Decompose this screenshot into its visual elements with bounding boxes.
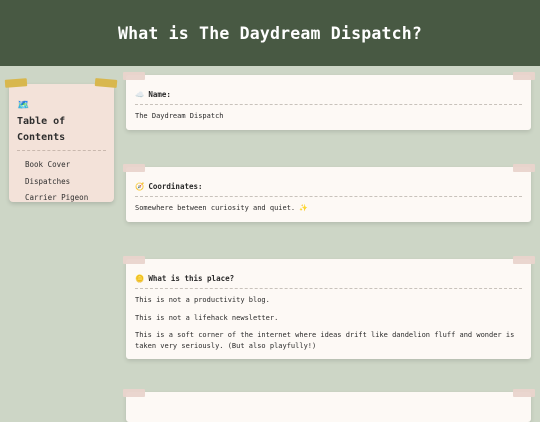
cloud-icon: ☁️ — [135, 90, 145, 99]
tape-decoration — [513, 72, 535, 80]
toc-title: 🗺️ Table of Contents — [17, 98, 106, 151]
toc-item-carrier-pigeon[interactable]: Carrier Pigeon — [25, 190, 106, 207]
table-of-contents: 🗺️ Table of Contents Book Cover Dispatch… — [4, 78, 118, 202]
toc-list: Book Cover Dispatches Carrier Pigeon — [17, 157, 106, 207]
tape-decoration — [513, 389, 535, 397]
toc-title-text: Table of Contents — [17, 116, 66, 143]
tape-decoration — [513, 256, 535, 264]
card-label-text: What is this place? — [148, 274, 235, 283]
card-next — [123, 389, 535, 422]
map-icon: 🗺️ — [17, 100, 30, 111]
card-label-text: Name: — [148, 90, 171, 99]
tape-decoration — [4, 78, 28, 88]
page-title: What is The Daydream Dispatch? — [117, 23, 422, 43]
card-what-is-this-place: 🪙 What is this place? This is not a produ… — [123, 256, 535, 359]
card-name: ☁️ Name: The Daydream Dispatch — [123, 72, 535, 130]
card-text: The Daydream Dispatch — [135, 112, 224, 120]
card-label: 🪙 What is this place? — [135, 273, 522, 289]
tape-decoration — [513, 164, 535, 172]
compass-icon: 🧭 — [135, 182, 145, 191]
card-text: This is a soft corner of the internet wh… — [135, 331, 515, 350]
tape-decoration — [123, 164, 145, 172]
toc-item-book-cover[interactable]: Book Cover — [25, 157, 106, 174]
tape-decoration — [123, 389, 145, 397]
tape-decoration — [123, 72, 145, 80]
card-coordinates: 🧭 Coordinates: Somewhere between curiosit… — [123, 164, 535, 222]
card-label-text: Coordinates: — [148, 182, 203, 191]
tape-decoration — [123, 256, 145, 264]
tape-decoration — [94, 78, 118, 88]
card-text: This is not a lifehack newsletter. — [135, 313, 279, 322]
card-label: 🧭 Coordinates: — [135, 181, 522, 197]
coin-icon: 🪙 — [135, 274, 145, 283]
card-text: This is not a productivity blog. — [135, 296, 270, 304]
page-header: What is The Daydream Dispatch? — [0, 0, 540, 66]
card-text: Somewhere between curiosity and quiet. ✨ — [135, 204, 309, 212]
toc-item-dispatches[interactable]: Dispatches — [25, 174, 106, 191]
card-label: ☁️ Name: — [135, 89, 522, 105]
